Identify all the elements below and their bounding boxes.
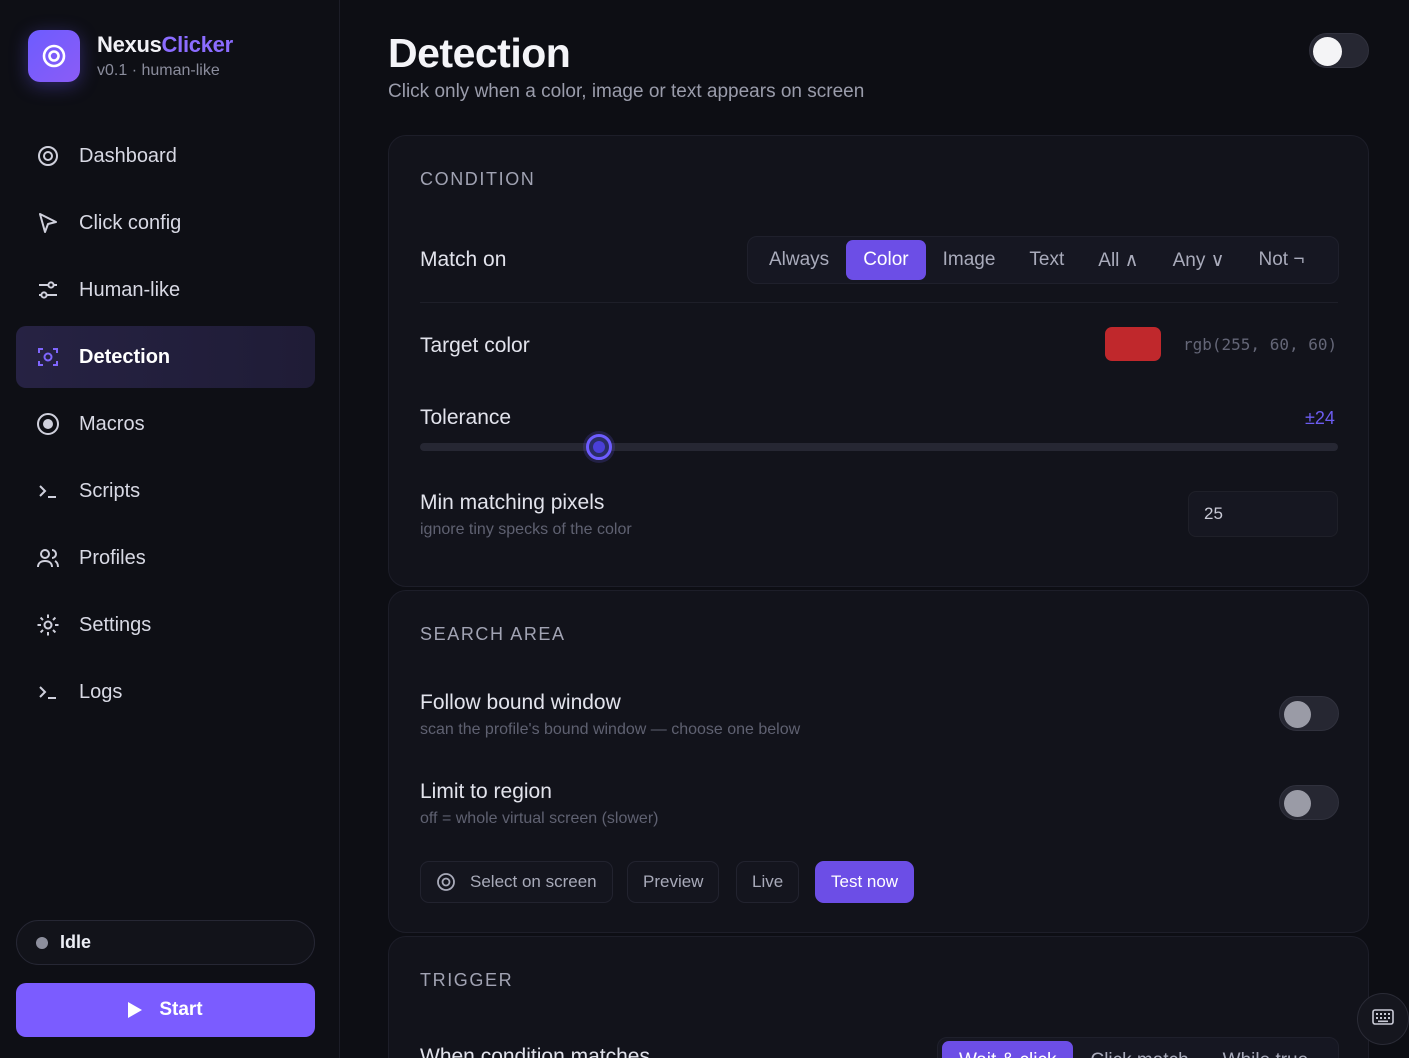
follow-window-toggle[interactable]	[1279, 696, 1339, 731]
trigger-segmented: Wait & click Click match While true	[937, 1037, 1339, 1058]
search-area-card: SEARCH AREA Follow bound window scan the…	[388, 590, 1369, 933]
sidebar-item-label: Macros	[79, 412, 145, 435]
app-version: v0.1 · human-like	[97, 62, 220, 79]
limit-region-hint: off = whole virtual screen (slower)	[420, 810, 659, 827]
sidebar-item-human-like[interactable]: Human-like	[16, 259, 315, 321]
live-button[interactable]: Live	[736, 861, 800, 903]
select-on-screen-label: Select on screen	[470, 872, 597, 891]
sidebar-item-detection[interactable]: Detection	[16, 326, 315, 388]
start-button-label: Start	[159, 999, 203, 1020]
sidebar-nav: Dashboard Click config Human-like Detect…	[16, 125, 315, 728]
trigger-when-label: When condition matches	[420, 1045, 650, 1058]
page-title: Detection	[388, 30, 571, 76]
keyboard-icon	[1372, 1008, 1394, 1030]
status-badge: Idle	[16, 920, 315, 965]
brand: NexusClicker v0.1 · human-like	[28, 30, 233, 82]
sidebar-item-label: Settings	[79, 613, 152, 636]
min-pixels-input[interactable]: 25	[1188, 491, 1338, 537]
status-label: Idle	[60, 932, 92, 952]
match-on-label: Match on	[420, 248, 507, 271]
trigger-option-while-true[interactable]: While true	[1206, 1041, 1326, 1058]
preview-button[interactable]: Preview	[627, 861, 720, 903]
record-icon	[36, 412, 60, 436]
sidebar-item-label: Click config	[79, 211, 182, 234]
status-dot-icon	[36, 936, 48, 949]
sidebar-item-scripts[interactable]: Scripts	[16, 460, 315, 522]
select-on-screen-button[interactable]: Select on screen	[420, 861, 613, 903]
match-option-not[interactable]: Not ¬	[1242, 240, 1322, 280]
tolerance-slider[interactable]	[420, 434, 1338, 460]
color-swatch[interactable]	[1105, 327, 1161, 361]
dashboard-icon	[36, 144, 60, 168]
scan-icon	[36, 345, 60, 369]
condition-card: CONDITION Match on Always Color Image Te…	[388, 135, 1369, 587]
target-color-label: Target color	[420, 334, 530, 357]
start-button[interactable]: Start	[16, 983, 315, 1037]
tolerance-label: Tolerance	[420, 406, 512, 429]
limit-region-toggle[interactable]	[1279, 785, 1339, 820]
keyboard-button[interactable]	[1357, 993, 1409, 1045]
divider	[420, 302, 1338, 303]
toggle-knob	[1284, 790, 1311, 817]
page-subtitle: Click only when a color, image or text a…	[388, 81, 865, 102]
follow-window-hint: scan the profile's bound window — choose…	[420, 721, 801, 738]
sidebar-item-label: Human-like	[79, 278, 181, 301]
sidebar-item-label: Dashboard	[79, 144, 177, 167]
toggle-knob	[1313, 37, 1342, 66]
test-now-button[interactable]: Test now	[815, 861, 915, 903]
min-pixels-hint: ignore tiny specks of the color	[420, 521, 632, 538]
min-pixels-label: Min matching pixels	[420, 491, 605, 514]
sidebar-item-label: Detection	[79, 345, 171, 368]
trigger-card: TRIGGER When condition matches Wait & cl…	[388, 936, 1369, 1058]
trigger-title: TRIGGER	[420, 970, 514, 990]
sliders-icon	[36, 278, 60, 302]
cursor-icon	[36, 211, 60, 235]
app-name: NexusClicker	[97, 32, 233, 57]
sidebar-item-label: Logs	[79, 680, 123, 703]
follow-window-label: Follow bound window	[420, 691, 621, 714]
match-option-all[interactable]: All ∧	[1081, 240, 1155, 280]
sidebar: NexusClicker v0.1 · human-like Dashboard…	[0, 0, 340, 1058]
sidebar-item-macros[interactable]: Macros	[16, 393, 315, 455]
trigger-option-click-match[interactable]: Click match	[1073, 1041, 1205, 1058]
match-on-segmented: Always Color Image Text All ∧ Any ∨ Not …	[747, 236, 1339, 284]
target-icon	[436, 872, 456, 892]
match-option-always[interactable]: Always	[752, 240, 846, 280]
match-option-image[interactable]: Image	[926, 240, 1013, 280]
play-icon	[128, 1002, 143, 1018]
target-color-value: rgb(255, 60, 60)	[1183, 335, 1338, 354]
match-option-text[interactable]: Text	[1012, 240, 1081, 280]
match-option-any[interactable]: Any ∨	[1156, 240, 1242, 280]
trigger-option-wait-click[interactable]: Wait & click	[942, 1041, 1074, 1058]
tolerance-value: ±24	[1305, 408, 1335, 428]
sidebar-item-label: Scripts	[79, 479, 141, 502]
search-area-title: SEARCH AREA	[420, 624, 566, 644]
limit-region-label: Limit to region	[420, 780, 552, 803]
slider-thumb[interactable]	[586, 434, 612, 460]
terminal-icon	[36, 479, 60, 503]
users-icon	[36, 546, 60, 570]
sidebar-item-dashboard[interactable]: Dashboard	[16, 125, 315, 187]
sidebar-item-logs[interactable]: Logs	[16, 661, 315, 723]
sidebar-item-label: Profiles	[79, 546, 146, 569]
condition-title: CONDITION	[420, 169, 536, 189]
detection-enable-toggle[interactable]	[1309, 33, 1369, 68]
sidebar-item-profiles[interactable]: Profiles	[16, 527, 315, 589]
terminal-icon	[36, 680, 60, 704]
gear-icon	[36, 613, 60, 637]
match-option-color[interactable]: Color	[846, 240, 926, 280]
toggle-knob	[1284, 701, 1311, 728]
sidebar-item-click-config[interactable]: Click config	[16, 192, 315, 254]
app-logo-icon	[28, 30, 80, 82]
sidebar-item-settings[interactable]: Settings	[16, 594, 315, 656]
